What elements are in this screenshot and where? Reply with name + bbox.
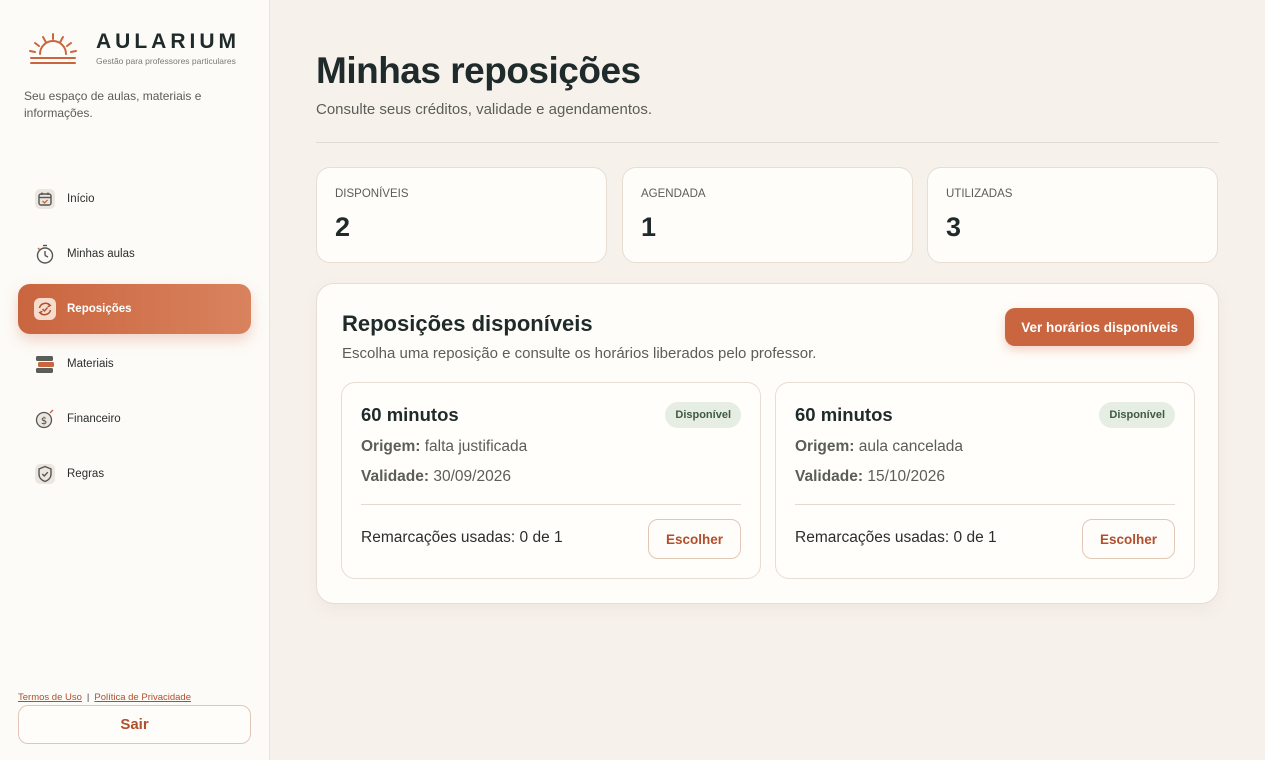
card-divider [361,504,741,505]
tagline: Seu espaço de aulas, materiais e informa… [24,89,202,120]
card-usage: Remarcações usadas: 0 de 1 [361,529,563,546]
status-badge: Disponível [665,402,741,428]
stat-card-utilizadas: UTILIZADAS 3 [927,167,1218,263]
sidebar-item-reposicoes[interactable]: Reposições [18,284,251,334]
stat-card-agendada: AGENDADA 1 [622,167,913,263]
card-duration: 60 minutos [361,404,459,425]
stat-value: 1 [641,212,657,242]
logout-button[interactable]: Sair [18,705,251,744]
view-available-times-button[interactable]: Ver horários disponíveis [1005,308,1194,346]
available-makeups-panel: Reposições disponíveis Escolha uma repos… [316,283,1219,604]
origin-label: Origem: [795,438,855,455]
validity-value: 15/10/2026 [867,468,945,485]
stat-value: 2 [335,212,351,242]
page-subtitle: Consulte seus créditos, validade e agend… [316,101,653,118]
privacy-link[interactable]: Política de Privacidade [94,692,191,703]
validity-label: Validade: [795,468,864,485]
terms-link[interactable]: Termos de Uso [18,692,82,703]
legal-links: Termos de Uso | Política de Privacidade [18,692,191,703]
divider [316,142,1219,143]
stat-label: UTILIZADAS [946,188,1013,200]
sidebar-item-label: Minhas aulas [67,248,135,260]
card-origin: Origem: falta justificada [361,438,527,456]
refresh-check-icon [34,298,56,320]
sidebar-item-financeiro[interactable]: $ Financeiro [18,394,251,444]
status-badge: Disponível [1099,402,1175,428]
card-origin: Origem: aula cancelada [795,438,963,456]
choose-button[interactable]: Escolher [648,519,741,559]
page-title: Minhas reposições [316,50,641,91]
stat-label: DISPONÍVEIS [335,188,409,200]
dollar-coin-icon: $ [34,408,56,430]
sidebar-item-label: Início [67,193,95,205]
origin-value: aula cancelada [858,438,964,455]
sidebar-item-inicio[interactable]: Início [18,174,251,224]
calendar-icon [34,188,56,210]
validity-label: Validade: [361,468,430,485]
stopwatch-icon [34,243,56,265]
sunrise-logo-icon [29,33,77,64]
sidebar-item-label: Regras [67,468,105,480]
legal-separator: | [86,692,90,703]
panel-subtitle: Escolha uma reposição e consulte os horá… [342,345,817,362]
stat-label: AGENDADA [641,188,706,200]
brand-subtitle: Gestão para professores particulares [96,56,236,66]
sidebar: AULARIUM Gestão para professores particu… [0,0,270,760]
sidebar-item-label: Financeiro [67,413,121,425]
origin-label: Origem: [361,438,421,455]
origin-value: falta justificada [424,438,528,455]
shield-check-icon [34,463,56,485]
sidebar-item-label: Reposições [67,303,132,315]
books-icon [34,353,56,375]
sidebar-item-minhas-aulas[interactable]: Minhas aulas [18,229,251,279]
choose-button[interactable]: Escolher [1082,519,1175,559]
brand[interactable]: AULARIUM Gestão para professores particu… [28,30,240,66]
sidebar-item-label: Materiais [67,358,114,370]
stat-card-disponiveis: DISPONÍVEIS 2 [316,167,607,263]
stat-value: 3 [946,212,962,242]
sidebar-item-regras[interactable]: Regras [18,449,251,499]
card-usage: Remarcações usadas: 0 de 1 [795,529,997,546]
card-divider [795,504,1175,505]
card-validity: Validade: 15/10/2026 [795,468,945,486]
brand-name: AULARIUM [96,30,240,53]
sidebar-nav: Início Minhas aulas Reposições Materiais… [18,174,251,504]
card-validity: Validade: 30/09/2026 [361,468,511,486]
card-duration: 60 minutos [795,404,893,425]
makeup-card: 60 minutos Disponível Origem: falta just… [341,382,761,579]
svg-text:$: $ [41,416,47,427]
makeup-card: 60 minutos Disponível Origem: aula cance… [775,382,1195,579]
validity-value: 30/09/2026 [433,468,511,485]
panel-title: Reposições disponíveis [342,311,593,336]
sidebar-item-materiais[interactable]: Materiais [18,339,251,389]
